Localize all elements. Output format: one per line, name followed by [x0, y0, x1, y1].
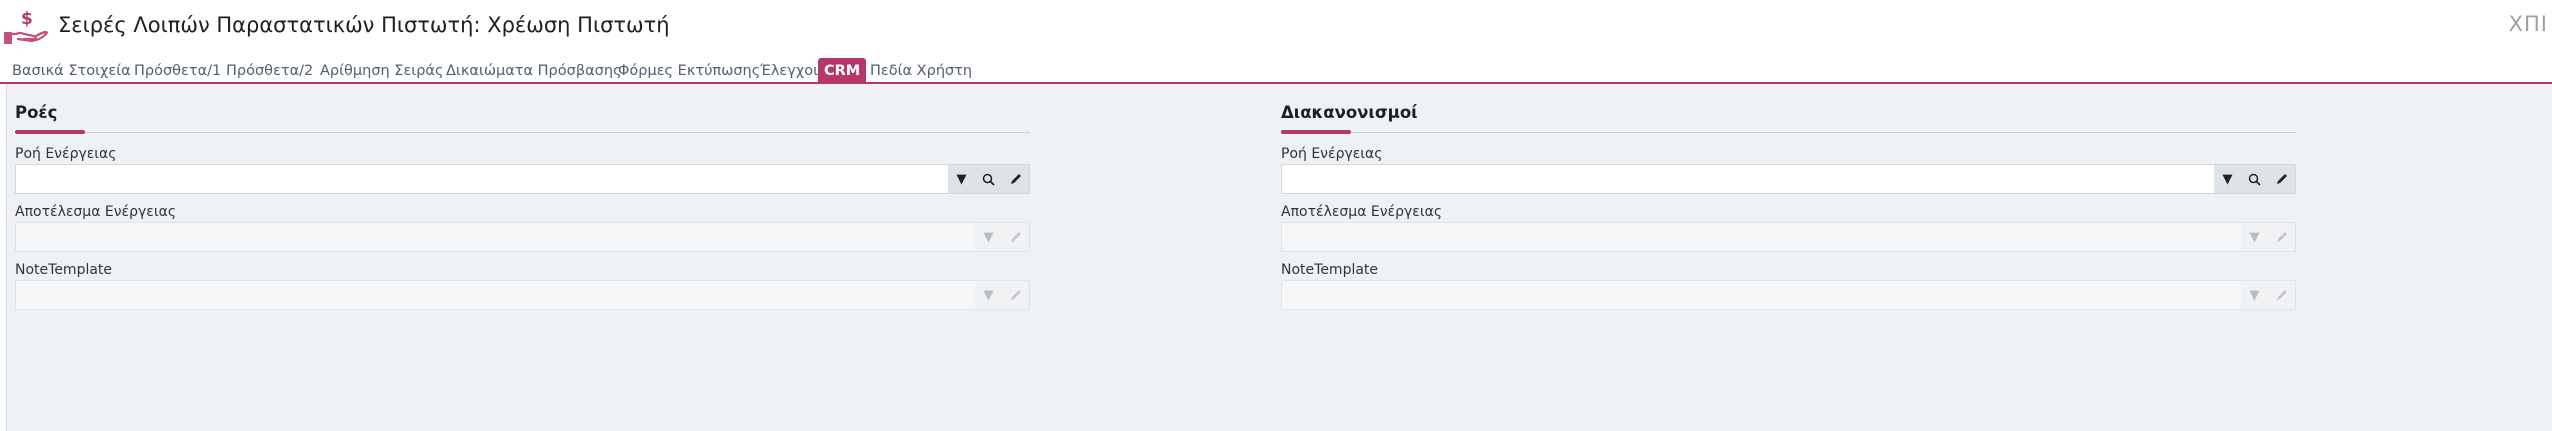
- section-title: Διακανονισμοί: [1281, 103, 1418, 122]
- field-label: Αποτέλεσμα Ενέργειας: [1281, 204, 1443, 220]
- search-icon[interactable]: [975, 165, 1002, 193]
- section-flows: Ροές Ροή Ενέργειας ▼ Αποτέλεσμα Ενέργεια…: [15, 102, 1030, 319]
- action-result-field: ▼: [15, 222, 1030, 252]
- action-result-input: [1282, 223, 2213, 251]
- note-template-input: [16, 281, 947, 309]
- search-icon[interactable]: [2241, 165, 2268, 193]
- crm-tab-panel: Ροές Ροή Ενέργειας ▼ Αποτέλεσμα Ενέργεια…: [6, 84, 2552, 431]
- tab-series-numbering[interactable]: Αρίθμηση Σειράς: [314, 58, 449, 84]
- section-divider: [1281, 130, 2296, 134]
- tab-additional-2[interactable]: Πρόσθετα/2: [220, 58, 319, 84]
- note-template-field: ▼: [15, 280, 1030, 310]
- section-title: Ροές: [15, 103, 58, 122]
- field-label: Ροή Ενέργειας: [1281, 146, 1383, 162]
- title-bar: $ Σειρές Λοιπών Παραστατικών Πιστωτή: Χρ…: [0, 0, 2552, 52]
- tab-checks[interactable]: Έλεγχοι: [754, 58, 824, 84]
- field-label: NoteTemplate: [1281, 262, 1379, 278]
- tab-user-fields[interactable]: Πεδία Χρήστη: [864, 58, 978, 84]
- dropdown-arrow-icon: ▼: [2241, 281, 2268, 309]
- field-label: Ροή Ενέργειας: [15, 146, 117, 162]
- svg-text:$: $: [21, 9, 33, 29]
- window-title: Σειρές Λοιπών Παραστατικών Πιστωτή: Χρέω…: [58, 13, 670, 37]
- dropdown-arrow-icon: ▼: [975, 223, 1002, 251]
- action-flow-field: ▼: [1281, 164, 2296, 194]
- hand-money-icon: $: [4, 8, 48, 48]
- tab-print-forms[interactable]: Φόρμες Εκτύπωσης: [612, 58, 766, 84]
- edit-pencil-icon[interactable]: [2268, 165, 2295, 193]
- series-code: ΧΠΙ: [2508, 12, 2548, 36]
- edit-pencil-icon: [2268, 223, 2295, 251]
- dropdown-arrow-icon: ▼: [2241, 223, 2268, 251]
- section-settlements: Διακανονισμοί Ροή Ενέργειας ▼ Αποτέλεσμα…: [1281, 102, 2296, 319]
- action-result-input: [16, 223, 947, 251]
- edit-pencil-icon[interactable]: [1002, 165, 1029, 193]
- note-template-field: ▼: [1281, 280, 2296, 310]
- action-flow-field: ▼: [15, 164, 1030, 194]
- tab-crm[interactable]: CRM: [818, 58, 867, 84]
- dropdown-arrow-icon: ▼: [975, 281, 1002, 309]
- field-label: Αποτέλεσμα Ενέργειας: [15, 204, 177, 220]
- edit-pencil-icon: [1002, 281, 1029, 309]
- tab-access-rights[interactable]: Δικαιώματα Πρόσβασης: [440, 58, 628, 84]
- action-result-field: ▼: [1281, 222, 2296, 252]
- section-divider: [15, 130, 1030, 134]
- tab-strip: Βασικά Στοιχεία Πρόσθετα/1 Πρόσθετα/2 Αρ…: [0, 56, 2552, 84]
- tab-additional-1[interactable]: Πρόσθετα/1: [128, 58, 227, 84]
- action-flow-input[interactable]: [16, 165, 947, 193]
- dropdown-arrow-icon[interactable]: ▼: [948, 165, 975, 193]
- tab-basic-info[interactable]: Βασικά Στοιχεία: [6, 58, 137, 84]
- note-template-input: [1282, 281, 2213, 309]
- field-label: NoteTemplate: [15, 262, 113, 278]
- edit-pencil-icon: [1002, 223, 1029, 251]
- action-flow-input[interactable]: [1282, 165, 2213, 193]
- dropdown-arrow-icon[interactable]: ▼: [2214, 165, 2241, 193]
- edit-pencil-icon: [2268, 281, 2295, 309]
